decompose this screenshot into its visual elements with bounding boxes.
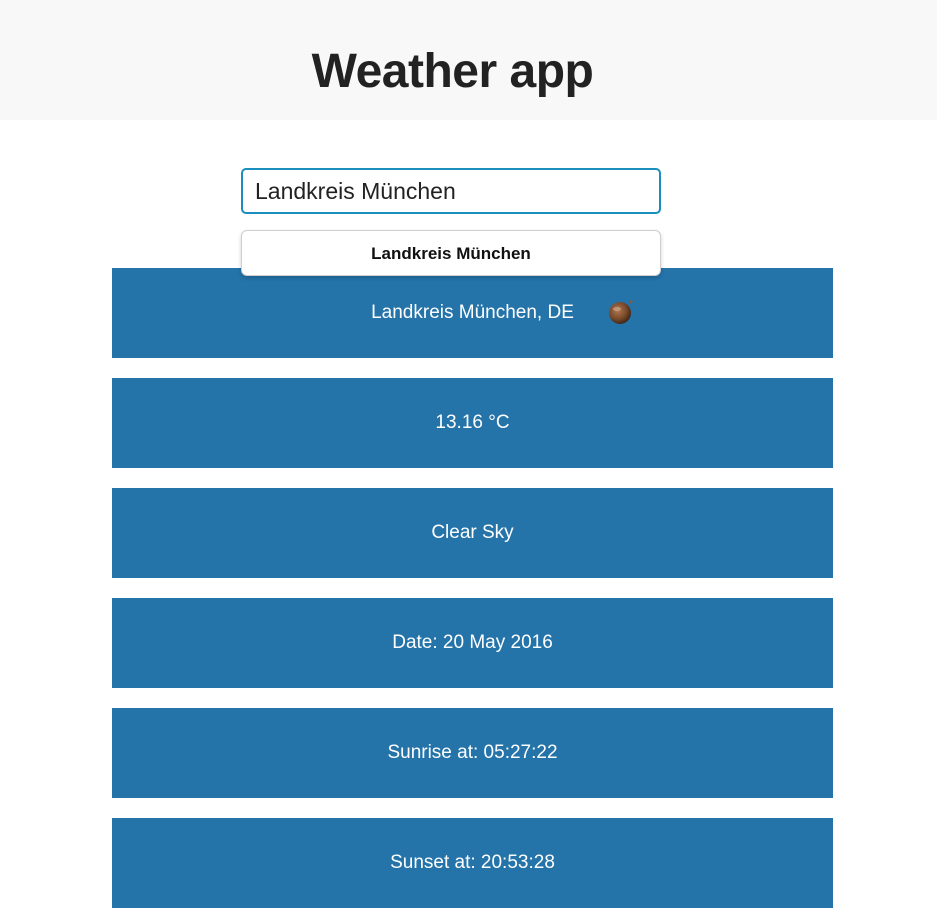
sunrise-card: Sunrise at: 05:27:22 (112, 708, 833, 798)
autocomplete-dropdown: Landkreis München (241, 230, 661, 276)
condition-card: Clear Sky (112, 488, 833, 578)
location-label: Landkreis München, DE (371, 302, 574, 323)
date-card: Date: 20 May 2016 (112, 598, 833, 688)
temperature-label: 13.16 °C (435, 412, 510, 433)
condition-label: Clear Sky (431, 522, 514, 543)
clear-night-moon-icon (609, 300, 633, 324)
sunrise-label: Sunrise at: 05:27:22 (387, 742, 558, 763)
sunset-label: Sunset at: 20:53:28 (390, 852, 555, 873)
page-title: Weather app (311, 45, 594, 98)
temperature-card: 13.16 °C (112, 378, 833, 468)
sunset-card: Sunset at: 20:53:28 (112, 818, 833, 908)
page-header: Weather app (0, 0, 937, 120)
date-label: Date: 20 May 2016 (392, 632, 553, 653)
autocomplete-suggestion[interactable]: Landkreis München (242, 231, 660, 277)
location-card: Landkreis München, DE (112, 268, 833, 358)
city-search-input[interactable] (241, 168, 661, 214)
